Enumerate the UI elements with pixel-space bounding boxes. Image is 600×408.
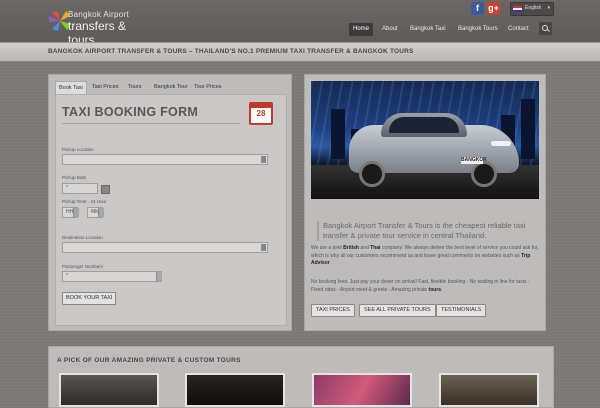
nav-bangkok-taxi[interactable]: Bangkok Taxi bbox=[406, 23, 450, 36]
logo-text-line1: Bangkok Airport bbox=[68, 10, 129, 19]
select-arrow-icon bbox=[261, 156, 266, 163]
tab-tour-prices[interactable]: Tour Prices bbox=[191, 81, 225, 93]
calendar-icon: 28 bbox=[249, 102, 273, 125]
facebook-icon[interactable]: f bbox=[471, 2, 484, 15]
taxi-prices-button[interactable]: TAXI PRICES bbox=[311, 304, 355, 317]
destination-label: Destination Location bbox=[62, 235, 103, 240]
booking-panel: Book Taxi Taxi Prices Tours Bangkok Tour… bbox=[48, 74, 292, 331]
language-selector[interactable]: English ▾ bbox=[510, 2, 554, 16]
testimonials-button[interactable]: TESTIMONIALS bbox=[436, 304, 487, 317]
tab-taxi-prices[interactable]: Taxi Prices bbox=[89, 81, 122, 93]
passengers-label: Passenger Numbers bbox=[62, 264, 104, 269]
tab-tours[interactable]: Tours bbox=[125, 81, 144, 93]
title-divider bbox=[62, 123, 240, 124]
tagline-text: BANGKOK AIRPORT TRANSFER & TOURS – THAIL… bbox=[48, 48, 414, 55]
nav-home[interactable]: Home bbox=[349, 23, 374, 36]
tab-bangkok-tour[interactable]: Bangkok Tour bbox=[151, 81, 191, 93]
passengers-input[interactable]: * bbox=[62, 271, 162, 282]
site-logo[interactable]: Bangkok Airport transfers & tours bbox=[48, 8, 148, 47]
about-paragraph: We are a joint British and Thai company.… bbox=[311, 245, 539, 266]
select-arrow-icon bbox=[261, 244, 266, 251]
nav-about[interactable]: About bbox=[378, 23, 402, 36]
pickup-location-label: Pickup Location bbox=[62, 147, 94, 152]
tour-thumbnail[interactable] bbox=[439, 373, 539, 407]
nav-contact[interactable]: Contact bbox=[504, 23, 533, 36]
taxi-booking-form: TAXI BOOKING FORM 28 Pickup Location Pic… bbox=[55, 94, 287, 326]
tours-link[interactable]: tours bbox=[429, 287, 442, 293]
license-plate: BANGKOK bbox=[461, 157, 487, 164]
taxi-car-image: BANGKOK bbox=[311, 81, 539, 199]
passengers-spinner-icon[interactable] bbox=[156, 272, 162, 281]
google-plus-icon[interactable]: g+ bbox=[487, 2, 500, 15]
hour-spinner-icon[interactable] bbox=[73, 208, 79, 217]
datepicker-icon[interactable] bbox=[101, 185, 110, 194]
uk-flag-icon bbox=[513, 6, 522, 12]
calendar-day: 28 bbox=[256, 109, 266, 118]
benefits-paragraph: No booking fees. Just pay your driver on… bbox=[311, 279, 530, 293]
chevron-down-icon: ▾ bbox=[547, 5, 550, 11]
pickup-date-label: Pickup Date bbox=[62, 175, 87, 180]
search-button[interactable] bbox=[539, 22, 552, 35]
booking-tabs: Book Taxi Taxi Prices Tours Bangkok Tour… bbox=[55, 81, 285, 94]
minute-spinner-icon[interactable] bbox=[98, 208, 104, 217]
book-taxi-button[interactable]: BOOK YOUR TAXI bbox=[62, 292, 117, 305]
tour-thumbnail[interactable] bbox=[59, 373, 159, 407]
promo-quote: Bangkok Airport Transfer & Tours is the … bbox=[317, 221, 539, 241]
pickup-date-input[interactable]: * bbox=[62, 183, 98, 194]
see-all-tours-button[interactable]: SEE ALL PRIVATE TOURS bbox=[359, 304, 436, 317]
promo-panel: BANGKOK Bangkok Airport Transfer & Tours… bbox=[304, 74, 546, 331]
tour-thumbnail[interactable] bbox=[312, 373, 412, 407]
pickup-location-select[interactable] bbox=[62, 154, 268, 165]
pickup-time-label: Pickup Time - 24 Hour bbox=[62, 199, 107, 204]
tab-book-taxi[interactable]: Book Taxi bbox=[55, 81, 87, 94]
top-bar: Bangkok Airport transfers & tours f g+ E… bbox=[0, 0, 600, 47]
tagline-banner: BANGKOK AIRPORT TRANSFER & TOURS – THAIL… bbox=[0, 42, 600, 62]
tours-section: A PICK OF OUR AMAZING PRIVATE & CUSTOM T… bbox=[48, 346, 554, 408]
tours-title: A PICK OF OUR AMAZING PRIVATE & CUSTOM T… bbox=[57, 357, 241, 364]
form-title: TAXI BOOKING FORM bbox=[62, 105, 199, 119]
language-label: English bbox=[525, 5, 542, 11]
destination-select[interactable] bbox=[62, 242, 268, 253]
tour-thumbnail[interactable] bbox=[185, 373, 285, 407]
nav-bangkok-tours[interactable]: Bangkok Tours bbox=[454, 23, 502, 36]
